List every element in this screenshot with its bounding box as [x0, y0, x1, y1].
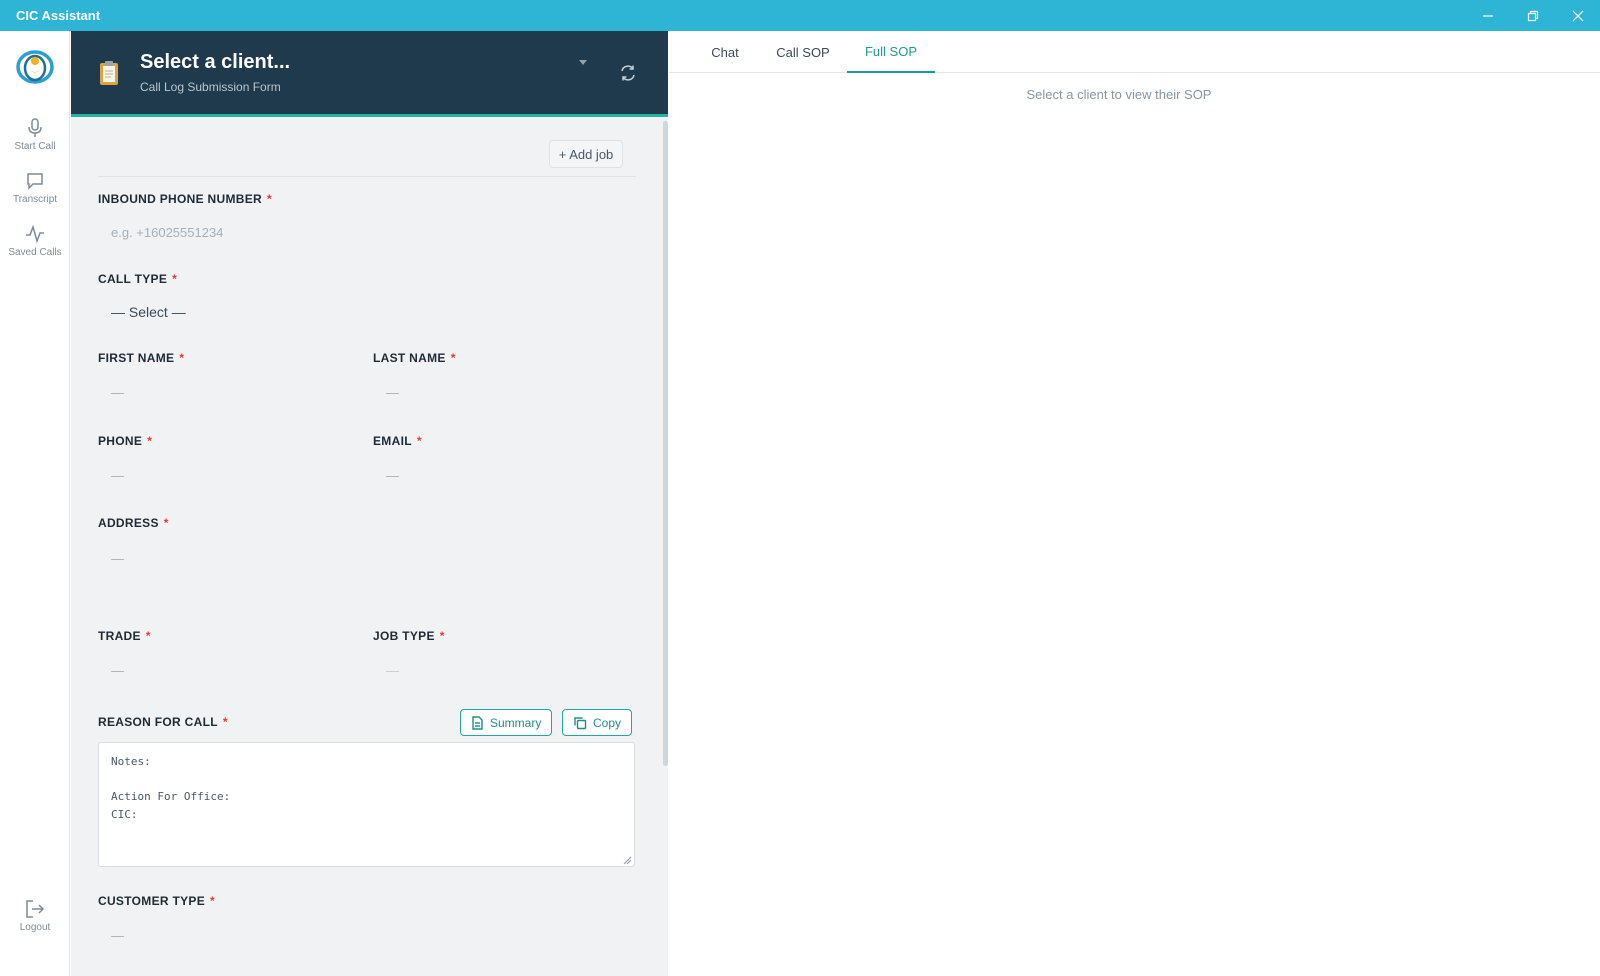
call-log-panel: Select a client... Call Log Submission F… — [71, 31, 668, 976]
email-field[interactable]: — — [386, 468, 399, 483]
tab-full-sop[interactable]: Full SOP — [847, 31, 935, 73]
pulse-icon — [26, 224, 44, 244]
minimize-button[interactable] — [1465, 0, 1510, 31]
sidebar-item-logout[interactable]: Logout — [0, 898, 70, 933]
last-name-field[interactable]: — — [386, 385, 399, 400]
tab-bar: Chat Call SOP Full SOP — [669, 31, 1600, 73]
sop-empty-message: Select a client to view their SOP — [1026, 87, 1212, 102]
required-marker: * — [267, 192, 272, 206]
tab-call-sop[interactable]: Call SOP — [768, 31, 838, 73]
required-marker: * — [439, 629, 445, 643]
required-marker: * — [210, 894, 216, 908]
reason-for-call-label: REASON FOR CALL * — [98, 715, 228, 729]
first-name-label: FIRST NAME * — [98, 351, 185, 365]
first-name-field[interactable]: — — [111, 385, 124, 400]
restore-button[interactable] — [1510, 0, 1555, 31]
logout-icon — [26, 900, 45, 918]
last-name-label: LAST NAME * — [373, 351, 456, 365]
clipboard-icon — [100, 61, 118, 85]
required-marker: * — [145, 629, 151, 643]
sidebar-item-saved-calls[interactable]: Saved Calls — [0, 223, 70, 258]
call-type-select[interactable]: — Select — — [111, 304, 186, 320]
app-title: CIC Assistant — [16, 8, 101, 23]
phone-label: PHONE * — [98, 434, 153, 448]
refresh-button[interactable] — [619, 64, 637, 87]
chevron-down-icon[interactable] — [579, 60, 587, 65]
divider — [98, 176, 636, 177]
customer-type-label: CUSTOMER TYPE * — [98, 894, 216, 908]
required-marker: * — [416, 434, 422, 448]
sidebar-item-label: Saved Calls — [8, 247, 62, 258]
app-logo-icon — [16, 50, 54, 84]
close-icon — [1572, 10, 1583, 21]
address-label: ADDRESS * — [98, 516, 169, 530]
required-marker: * — [179, 351, 185, 365]
copy-icon — [574, 716, 587, 729]
reason-notes-textarea[interactable]: Notes: Action For Office: CIC: — [98, 742, 635, 867]
sidebar-item-label: Logout — [19, 922, 51, 933]
add-job-button[interactable]: + Add job — [549, 140, 623, 168]
inbound-phone-label: INBOUND PHONE NUMBER * — [98, 192, 272, 206]
restore-icon — [1527, 10, 1538, 21]
chat-bubble-icon — [27, 173, 43, 190]
sidebar-item-start-call[interactable]: Start Call — [0, 117, 70, 152]
required-marker: * — [163, 516, 169, 530]
summary-button[interactable]: Summary — [460, 709, 553, 736]
title-bar: CIC Assistant — [0, 0, 1600, 31]
sidebar-item-label: Start Call — [14, 141, 56, 152]
call-type-label: CALL TYPE * — [98, 272, 178, 286]
sop-pane: Chat Call SOP Full SOP Select a client t… — [669, 31, 1600, 976]
client-select-title[interactable]: Select a client... — [140, 51, 290, 74]
sidebar-item-label: Transcript — [12, 194, 58, 205]
client-selector-header[interactable]: Select a client... Call Log Submission F… — [71, 31, 668, 117]
refresh-icon — [621, 65, 635, 81]
minimize-icon — [1482, 14, 1493, 17]
form-subtitle: Call Log Submission Form — [140, 80, 281, 94]
sidebar-item-transcript[interactable]: Transcript — [0, 170, 70, 205]
close-button[interactable] — [1555, 0, 1600, 31]
trade-field[interactable]: — — [111, 663, 124, 678]
required-marker: * — [172, 272, 178, 286]
microphone-icon — [28, 118, 42, 137]
required-marker: * — [222, 715, 228, 729]
job-type-field[interactable]: — — [386, 663, 399, 678]
window-controls — [1465, 0, 1600, 31]
required-marker: * — [147, 434, 153, 448]
required-marker: * — [450, 351, 456, 365]
sidebar-rail: Start Call Transcript Saved Calls Logout — [0, 31, 70, 976]
job-type-label: JOB TYPE * — [373, 629, 445, 643]
phone-field[interactable]: — — [111, 468, 124, 483]
customer-type-field[interactable]: — — [111, 928, 124, 943]
resize-handle-icon[interactable] — [623, 856, 632, 865]
tab-chat[interactable]: Chat — [690, 31, 760, 73]
document-icon — [472, 715, 483, 730]
inbound-phone-input[interactable]: e.g. +16025551234 — [111, 225, 223, 240]
trade-label: TRADE * — [98, 629, 151, 643]
panel-scrollbar[interactable] — [663, 121, 668, 766]
email-label: EMAIL * — [373, 434, 422, 448]
address-field[interactable]: — — [111, 551, 124, 566]
copy-button[interactable]: Copy — [562, 709, 633, 736]
